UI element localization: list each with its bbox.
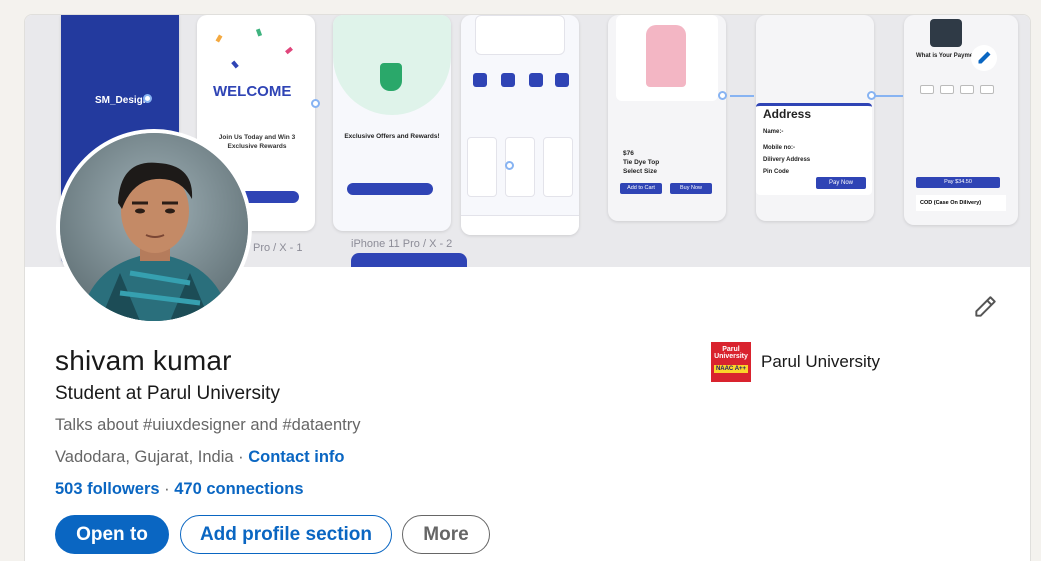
address-field: Pin Code — [763, 169, 790, 175]
bottom-nav-bar — [461, 215, 579, 235]
profile-talks-about: Talks about #uiuxdesigner and #dataentry — [55, 416, 361, 434]
naac-badge: NAAC A++ — [714, 365, 748, 373]
compare-icon — [501, 73, 515, 87]
trophy-icon — [380, 63, 402, 91]
edit-intro-button[interactable] — [969, 291, 1001, 323]
flow-dot — [311, 99, 320, 108]
product-name: Tie Dye Top — [623, 159, 660, 166]
buy-now-shape: Buy Now — [670, 183, 712, 194]
flow-dot — [718, 91, 727, 100]
banner-phone-offer: Exclusive Offers and Rewards! — [333, 15, 451, 231]
add-to-cart-shape: Add to Cart — [620, 183, 662, 194]
pencil-icon — [978, 51, 991, 64]
frame-label: Pro / X - 1 — [253, 242, 303, 254]
mastercard-icon — [980, 85, 994, 94]
flow-dot — [505, 161, 514, 170]
pay-now-shape: Pay Now — [816, 177, 866, 189]
open-to-button[interactable]: Open to — [55, 515, 169, 554]
separator: · — [233, 448, 249, 466]
product-thumb — [467, 137, 497, 197]
product-size: Select Size — [623, 168, 657, 175]
welcome-subtitle: Join Us Today and Win 3 Exclusive Reward… — [218, 134, 296, 150]
profile-avatar[interactable] — [56, 129, 252, 325]
profile-name: shivam kumar — [55, 345, 232, 376]
payment-title: What is Your Payment — [916, 53, 979, 59]
product-price-block: $76 Tie Dye Top Select Size — [623, 149, 659, 176]
add-profile-section-button[interactable]: Add profile section — [180, 515, 392, 554]
followers-link[interactable]: 503 followers — [55, 480, 160, 498]
pencil-icon — [975, 296, 996, 317]
confetti — [285, 46, 293, 55]
flow-dot — [143, 94, 152, 103]
banner-edit-button[interactable] — [971, 45, 997, 71]
cod-option: COD (Case On Dilivery) — [916, 195, 1006, 211]
banner-phone-shop — [461, 15, 579, 235]
pay-amount-shape: Pay $34.50 — [916, 177, 1000, 188]
confetti — [255, 28, 263, 37]
flow-connector — [730, 95, 754, 97]
address-field: Dilivery Address — [763, 157, 811, 163]
profile-headline: Student at Parul University — [55, 383, 280, 404]
banner-phone-product: $76 Tie Dye Top Select Size Add to Cart … — [608, 15, 726, 221]
collection-hero — [475, 15, 565, 55]
wallet-icon — [930, 19, 962, 47]
banner-design-label: SM_Design — [95, 95, 149, 106]
product-thumb — [543, 137, 573, 197]
address-field: Mobile no:- — [763, 145, 795, 151]
connections-link[interactable]: 470 connections — [174, 480, 303, 498]
avatar-photo — [60, 133, 248, 321]
applepay-icon — [920, 85, 934, 94]
confetti — [215, 34, 223, 43]
flow-dot — [867, 91, 876, 100]
offer-button-shape — [347, 183, 433, 195]
paypal-icon — [940, 85, 954, 94]
banner-blue-pill — [351, 253, 467, 267]
profile-network-line: 503 followers · 470 connections — [55, 480, 304, 499]
separator: · — [159, 480, 175, 498]
profile-location: Vadodara, Gujarat, India — [55, 448, 234, 466]
category-icon — [473, 73, 487, 87]
profile-card: SM_Design WELCOME Join Us Today and Win … — [24, 14, 1031, 561]
product-price: $76 — [623, 150, 634, 157]
frame-label: iPhone 11 Pro / X - 2 — [351, 238, 453, 250]
contact-info-link[interactable]: Contact info — [248, 448, 344, 466]
offer-icon — [555, 73, 569, 87]
address-field: Name:- — [763, 129, 784, 135]
address-title: Address — [763, 107, 812, 121]
university-logo-text: Parul University — [714, 346, 748, 360]
hoodie-icon — [646, 25, 686, 87]
confetti — [231, 60, 239, 69]
flow-connector — [875, 95, 903, 97]
visa-icon — [960, 85, 974, 94]
banner-phone-address: Address Name:- Mobile no:- Dilivery Addr… — [756, 15, 874, 221]
university-name: Parul University — [761, 352, 881, 371]
welcome-title: WELCOME — [213, 83, 292, 100]
more-button[interactable]: More — [402, 515, 490, 554]
banner-phone-payment: What is Your Payment Pay $34.50 COD (Cas… — [904, 15, 1018, 225]
offer-title: Exclusive Offers and Rewards! — [344, 133, 440, 140]
university-logo: Parul University NAAC A++ — [711, 342, 751, 382]
user-icon — [529, 73, 543, 87]
education-link[interactable]: Parul University NAAC A++ Parul Universi… — [711, 342, 880, 382]
profile-location-line: Vadodara, Gujarat, India · Contact info — [55, 448, 344, 467]
